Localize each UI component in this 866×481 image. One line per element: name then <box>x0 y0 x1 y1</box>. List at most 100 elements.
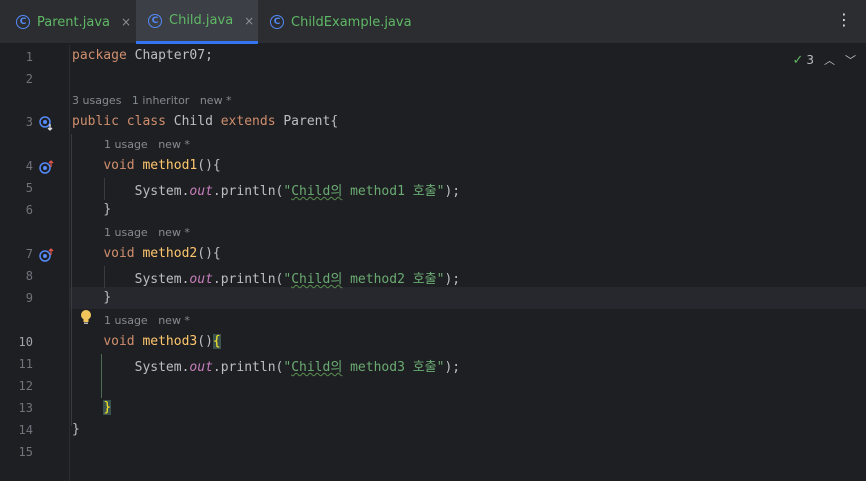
overrides-method-icon[interactable] <box>38 159 54 175</box>
code-line-1[interactable]: package Chapter07; <box>72 48 213 63</box>
check-icon: ✓ <box>792 52 804 68</box>
author-hint: new * <box>199 94 232 107</box>
more-options-icon[interactable]: ⋮ <box>836 12 852 28</box>
code-text: System. <box>134 272 190 287</box>
string-literal: Child의 <box>291 360 343 375</box>
line-number: 12 <box>18 379 33 393</box>
code-line-4[interactable]: void method1(){ <box>72 158 221 173</box>
method-name: method1 <box>142 158 198 173</box>
code-text: } <box>103 290 112 305</box>
usages-link[interactable]: 1 usage <box>104 226 148 239</box>
tab-label: ChildExample.java <box>291 14 412 30</box>
lightbulb-icon[interactable] <box>79 309 93 325</box>
code-line-9[interactable]: } <box>72 290 111 305</box>
java-class-icon: C <box>16 15 30 29</box>
code-text: ); <box>444 360 461 375</box>
code-text: System. <box>134 360 190 375</box>
code-text: Parent{ <box>275 114 339 129</box>
chevron-down-icon[interactable]: ﹀ <box>845 52 856 68</box>
overrides-method-icon[interactable] <box>38 247 54 263</box>
line-number: 6 <box>25 203 33 217</box>
code-line-13[interactable]: } <box>72 400 112 415</box>
current-line-highlight <box>0 287 866 309</box>
tab-label: Parent.java <box>37 14 110 30</box>
field-name: out <box>189 360 213 375</box>
has-subclass-icon[interactable] <box>38 115 54 131</box>
method-name: method3 <box>142 334 198 349</box>
java-class-icon: C <box>270 15 284 29</box>
inspection-widget[interactable]: ✓ 3 ︿ ﹀ <box>792 52 856 68</box>
line-number: 14 <box>18 423 33 437</box>
code-text: () <box>197 246 213 261</box>
code-line-5[interactable]: System.out.println("Child의 method1 호출"); <box>72 180 461 199</box>
matched-brace: } <box>103 400 112 415</box>
string-literal: method1 호출" <box>342 184 445 199</box>
tab-child-java[interactable]: C Child.java × <box>136 0 258 44</box>
line-number: 15 <box>18 445 33 459</box>
string-literal: Child의 <box>291 184 343 199</box>
tab-label: Child.java <box>169 13 234 28</box>
tab-childexample-java[interactable]: C ChildExample.java <box>258 0 418 44</box>
line-number-gutter: 1 2 3 4 5 6 7 8 9 10 11 12 13 14 15 <box>0 45 70 481</box>
line-number: 5 <box>25 181 33 195</box>
chevron-up-icon[interactable]: ︿ <box>824 52 835 68</box>
usages-link[interactable]: 1 usage <box>104 314 148 327</box>
field-name: out <box>189 184 213 199</box>
inspection-count: 3 <box>806 53 814 67</box>
code-line-7[interactable]: void method2(){ <box>72 246 220 261</box>
keyword: package <box>72 48 127 63</box>
usage-hint[interactable]: 1 usage new * <box>104 314 190 327</box>
code-line-6[interactable]: } <box>72 202 111 217</box>
line-number: 8 <box>25 269 33 283</box>
code-text: .println( <box>212 360 284 375</box>
usages-link[interactable]: 1 usage <box>104 138 148 151</box>
close-icon[interactable]: × <box>121 15 131 29</box>
keyword: class <box>126 114 166 129</box>
class-name: Child <box>165 114 221 129</box>
keyword: void <box>103 334 135 349</box>
line-number: 2 <box>25 72 33 86</box>
usages-link[interactable]: 3 usages <box>72 94 121 107</box>
java-class-icon: C <box>148 13 162 28</box>
line-number: 4 <box>25 159 33 173</box>
keyword: void <box>103 246 135 261</box>
code-text: ); <box>444 184 461 199</box>
usage-hint[interactable]: 1 usage new * <box>104 138 190 151</box>
inheritor-link[interactable]: 1 inheritor <box>132 94 189 107</box>
author-hint: new * <box>158 226 190 239</box>
code-text: ); <box>444 272 461 287</box>
code-line-11[interactable]: System.out.println("Child의 method3 호출"); <box>72 356 461 375</box>
usage-hint[interactable]: 3 usages 1 inheritor new * <box>72 94 232 107</box>
code-line-10[interactable]: void method3(){ <box>72 334 221 349</box>
string-literal: " <box>283 360 292 375</box>
code-text: () <box>197 158 213 173</box>
string-literal: " <box>283 272 292 287</box>
line-number: 7 <box>25 247 33 261</box>
code-line-3[interactable]: public class Child extends Parent{ <box>72 114 338 129</box>
close-icon[interactable]: × <box>244 14 254 28</box>
code-text: } <box>72 422 80 437</box>
line-number: 3 <box>25 115 33 129</box>
code-text: System. <box>134 184 190 199</box>
code-text: .println( <box>212 184 284 199</box>
code-text: () <box>197 334 213 349</box>
code-text: } <box>103 202 112 217</box>
author-hint: new * <box>158 314 190 327</box>
code-line-14[interactable]: } <box>72 422 80 437</box>
line-number: 10 <box>18 335 33 349</box>
editor-tab-bar: C Parent.java × C Child.java × C ChildEx… <box>0 0 866 44</box>
code-text: .println( <box>212 272 284 287</box>
line-number: 13 <box>18 401 33 415</box>
line-number: 9 <box>25 291 33 305</box>
code-text: { <box>212 158 221 173</box>
tab-parent-java[interactable]: C Parent.java × <box>0 0 135 44</box>
string-literal: " <box>283 184 292 199</box>
code-line-8[interactable]: System.out.println("Child의 method2 호출"); <box>72 268 461 287</box>
string-literal: method3 호출" <box>342 360 445 375</box>
line-number: 11 <box>18 357 33 371</box>
keyword: void <box>103 158 135 173</box>
code-text: Chapter07; <box>126 48 213 63</box>
usage-hint[interactable]: 1 usage new * <box>104 226 190 239</box>
line-number: 1 <box>25 50 33 64</box>
matched-brace: { <box>212 334 221 349</box>
